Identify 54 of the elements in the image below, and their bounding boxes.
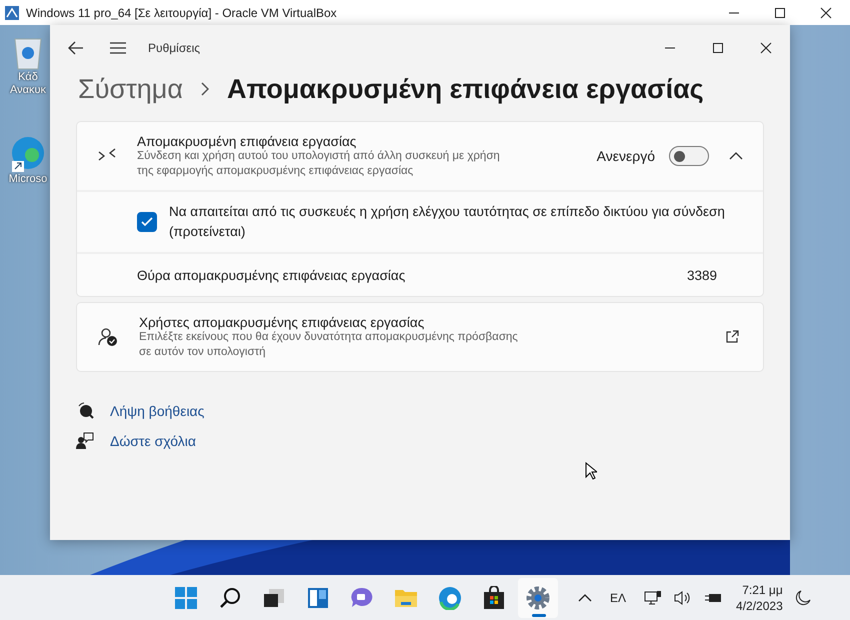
network-icon[interactable] xyxy=(644,590,662,606)
app-icon xyxy=(4,4,20,20)
search-icon[interactable] xyxy=(219,586,241,608)
checkbox[interactable] xyxy=(137,212,157,232)
link[interactable]: Δώστε σχόλια xyxy=(110,433,196,449)
settings-icon[interactable] xyxy=(526,586,550,610)
menu-icon[interactable] xyxy=(110,42,126,54)
window-title: Windows 11 pro_64 [Σε λειτουργία] - Oracle VM VirtualBox xyxy=(26,6,337,20)
time-text: 7:21 μμ xyxy=(742,582,783,598)
toggle-label: Ανενεργό xyxy=(596,148,655,164)
help-icon xyxy=(76,402,94,420)
maximize-icon[interactable] xyxy=(774,6,786,18)
chevron-icon xyxy=(200,82,209,96)
close-icon[interactable] xyxy=(820,6,832,18)
desktop-icon-label: Κάδ xyxy=(18,71,38,84)
back-arrow-icon[interactable] xyxy=(68,41,84,55)
app-title: Ρυθμίσεις xyxy=(148,41,200,55)
feedback-icon xyxy=(76,432,94,450)
desktop-icon-label: Ανακυκ xyxy=(10,84,46,97)
setting-title: Απομακρυσμένη επιφάνεια εργασίας xyxy=(137,134,358,148)
setting-description: Επιλέξτε εκείνους που θα έχουν δυνατότητα απομακρυσμένης πρόσβασης σε αυτόν τον υπολογιστή xyxy=(139,330,519,360)
chevron-icon[interactable] xyxy=(729,152,743,160)
chevron-icon[interactable] xyxy=(578,594,592,602)
user-check-icon xyxy=(97,327,119,347)
link[interactable]: Λήψη βοήθειας xyxy=(110,403,204,419)
moon-icon[interactable] xyxy=(794,590,811,606)
maximize-icon[interactable] xyxy=(712,42,724,54)
checkmark-icon xyxy=(141,217,153,227)
setting-title: Χρήστες απομακρυσμένης επιφάνειας εργασίας xyxy=(139,314,424,330)
task-view-icon[interactable] xyxy=(263,588,285,608)
settings-card[interactable]: Χρήστες απομακρυσμένης επιφάνειας εργασίας Επιλέξτε εκείνους που θα έχουν δυνατότητα απομακρυσμένης πρόσβασης σε αυτόν τον υπολογιστή xyxy=(76,302,764,372)
widgets-icon[interactable] xyxy=(307,586,329,608)
active-indicator xyxy=(532,614,546,616)
language-indicator[interactable]: ΕΛ xyxy=(610,590,626,604)
breadcrumb-link[interactable]: Σύστημα xyxy=(78,74,183,104)
clock[interactable]: 7:21 μμ 4/2/2023 xyxy=(736,582,783,614)
desktop-icon-label: Microso xyxy=(8,173,48,186)
close-icon[interactable] xyxy=(760,42,772,54)
volume-icon[interactable] xyxy=(674,590,692,606)
external-link-icon[interactable] xyxy=(725,330,739,344)
toggle-switch[interactable] xyxy=(669,146,709,166)
start-icon[interactable] xyxy=(174,586,198,610)
setting-description: Σύνδεση και χρήση αυτού του υπολογιστή από άλλη συσκευή με χρήση της εφαρμογής απομακρυσμένης επιφάνειας εργασίας xyxy=(137,148,501,178)
setting-label: Θύρα απομακρυσμένης επιφάνειας εργασίας xyxy=(137,268,406,282)
checkbox-label: Να απαιτείται από τις συσκευές η χρήση ελέγχου ταυτότητας σε επίπεδο δικτύου για σύνδεση (προτείνεται) xyxy=(169,203,726,241)
mouse-cursor-icon xyxy=(585,462,597,480)
browser-icon[interactable] xyxy=(438,586,462,610)
folder-icon[interactable] xyxy=(394,588,418,608)
date-text: 4/2/2023 xyxy=(736,598,783,614)
browser-icon[interactable] xyxy=(10,135,46,173)
store-icon[interactable] xyxy=(482,586,506,610)
chat-icon[interactable] xyxy=(350,586,374,608)
port-value: 3389 xyxy=(686,268,717,282)
page-title: Απομακρυσμένη επιφάνεια εργασίας xyxy=(226,74,704,104)
